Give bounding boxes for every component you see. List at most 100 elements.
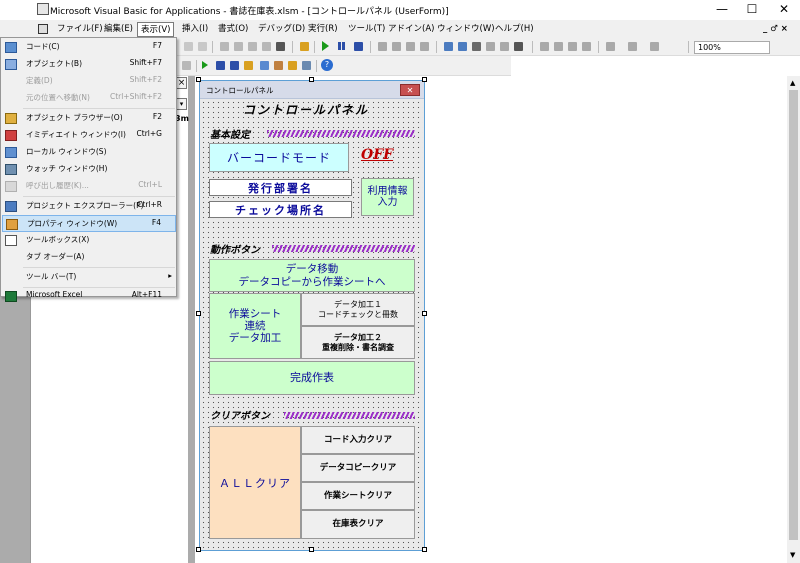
project-icon[interactable] [260, 61, 269, 70]
menu-file[interactable]: ファイル(F) [54, 22, 106, 37]
clear-work-sheet-button[interactable]: 作業シートクリア [301, 482, 415, 510]
menu-addins[interactable]: アドイン(A) [385, 22, 437, 37]
resize-handle[interactable] [196, 77, 201, 82]
toolbar-icon[interactable] [540, 42, 549, 51]
resize-handle[interactable] [422, 311, 427, 316]
menu-item-microsoft-excel[interactable]: Microsoft Excel Alt+F11 [2, 288, 176, 305]
run-icon[interactable] [202, 61, 208, 69]
toolbar-icon[interactable] [628, 42, 637, 51]
menu-item-code[interactable]: コード(C) F7 [2, 39, 176, 56]
toolbar-icon[interactable] [182, 61, 191, 70]
help-icon[interactable]: ? [321, 59, 333, 71]
toolbar-icon[interactable] [606, 42, 615, 51]
menu-item-project-explorer[interactable]: プロジェクト エクスプローラー(P) Ctrl+R [2, 198, 176, 215]
menu-item-toolbox[interactable]: ツールボックス(X) [2, 232, 176, 249]
toolbar-icon[interactable] [582, 42, 591, 51]
menu-item-tab-order[interactable]: タブ オーダー(A) [2, 249, 176, 266]
toolbar-icon[interactable] [420, 42, 429, 51]
menu-item-locals-window[interactable]: ローカル ウィンドウ(S) [2, 144, 176, 161]
menu-help[interactable]: ヘルプ(H) [492, 22, 537, 37]
menu-window[interactable]: ウィンドウ(W) [434, 22, 498, 37]
toolbar-separator [292, 41, 293, 53]
clear-stock-table-button[interactable]: 在庫表クリア [301, 510, 415, 539]
run-icon[interactable] [322, 41, 329, 51]
resize-handle[interactable] [422, 77, 427, 82]
close-icon[interactable]: × [176, 77, 187, 89]
zoom-select[interactable]: 100% [694, 41, 770, 54]
toolbar-icon[interactable] [554, 42, 563, 51]
resize-handle[interactable] [309, 547, 314, 552]
menu-view[interactable]: 表示(V) [137, 22, 175, 37]
data-process-1-button[interactable]: データ加工１ コードチェックと冊数 [301, 293, 415, 326]
check-place-field[interactable]: チェック場所名 [209, 201, 352, 218]
stop-icon[interactable] [354, 42, 363, 51]
menu-item-definition[interactable]: 定義(D) Shift+F2 [2, 73, 176, 90]
toolbar-icon[interactable] [234, 42, 243, 51]
toolbar-icon[interactable] [392, 42, 401, 51]
pause-icon[interactable] [338, 42, 341, 50]
maximize-button[interactable]: ☐ [734, 0, 770, 20]
toolbar-icon[interactable] [248, 42, 257, 51]
userform-close-icon[interactable]: ✕ [400, 84, 420, 96]
design-mode-icon[interactable] [244, 61, 253, 70]
toolbar-icon[interactable] [568, 42, 577, 51]
vertical-scrollbar[interactable]: ▲ ▼ [787, 76, 800, 563]
toolbar-icon[interactable] [406, 42, 415, 51]
toolbar-icon[interactable] [378, 42, 387, 51]
menu-insert[interactable]: 挿入(I) [179, 22, 211, 37]
menu-format[interactable]: 書式(O) [215, 22, 251, 37]
issue-dept-field[interactable]: 発行部署名 [209, 179, 352, 196]
close-button[interactable]: ✕ [766, 0, 800, 20]
clear-code-input-button[interactable]: コード入力クリア [301, 426, 415, 454]
toolbar-icon[interactable] [514, 42, 523, 51]
mdi-window-controls[interactable]: _ ♂ × [760, 22, 791, 37]
toolbox-icon[interactable] [302, 61, 311, 70]
resize-handle[interactable] [196, 547, 201, 552]
resize-handle[interactable] [309, 77, 314, 82]
menu-item-immediate-window[interactable]: イミディエイト ウィンドウ(I) Ctrl+G [2, 127, 176, 144]
toolbar-icon[interactable] [650, 42, 659, 51]
properties-icon[interactable] [274, 61, 283, 70]
menu-item-watch-window[interactable]: ウォッチ ウィンドウ(H) [2, 161, 176, 178]
toolbar-icon[interactable] [500, 42, 509, 51]
scroll-up-icon[interactable]: ▲ [790, 79, 795, 87]
data-move-button[interactable]: データ移動 データコピーから作業シートへ [209, 259, 415, 292]
scroll-thumb[interactable] [789, 90, 798, 540]
resize-handle[interactable] [422, 547, 427, 552]
menu-item-last-position[interactable]: 元の位置へ移動(N) Ctrl+Shift+F2 [2, 90, 176, 107]
project-explorer-icon[interactable] [444, 42, 453, 51]
menu-run[interactable]: 実行(R) [305, 22, 341, 37]
usage-info-button[interactable]: 利用情報 入力 [361, 178, 414, 216]
menu-debug[interactable]: デバッグ(D) [255, 22, 308, 37]
toolbar-icon[interactable] [486, 42, 495, 51]
menu-item-call-stack[interactable]: 呼び出し履歴(K)... Ctrl+L [2, 178, 176, 195]
resize-handle[interactable] [196, 311, 201, 316]
clear-data-copy-button[interactable]: データコピークリア [301, 454, 415, 482]
userform-control-panel[interactable]: コントロールパネル ✕ コントロールパネル 基本設定 バーコードモード OFF … [199, 80, 425, 551]
design-mode-icon[interactable] [300, 42, 309, 51]
work-sheet-process-button[interactable]: 作業シート 連続 データ加工 [209, 293, 301, 359]
menu-item-toolbars[interactable]: ツール バー(T) ▸ [2, 269, 176, 286]
menu-edit[interactable]: 編集(E) [101, 22, 136, 37]
make-table-button[interactable]: 完成作表 [209, 361, 415, 395]
object-browser-icon[interactable] [288, 61, 297, 70]
properties-icon[interactable] [458, 42, 467, 51]
menu-item-properties-window[interactable]: プロパティ ウィンドウ(W) F4 [2, 215, 176, 232]
object-browser-icon[interactable] [472, 42, 481, 51]
menu-tools[interactable]: ツール(T) [345, 22, 388, 37]
toolbar-icon[interactable] [184, 42, 193, 51]
toolbar-icon[interactable] [220, 42, 229, 51]
menu-item-object[interactable]: オブジェクト(B) Shift+F7 [2, 56, 176, 73]
userform-caption: コントロールパネル ✕ [200, 81, 424, 99]
toolbar-icon[interactable] [262, 42, 271, 51]
barcode-mode-button[interactable]: バーコードモード [209, 143, 349, 172]
all-clear-button[interactable]: ＡＬＬクリア [209, 426, 301, 539]
stop-icon[interactable] [230, 61, 239, 70]
pause-icon[interactable] [216, 61, 225, 70]
toolbar-icon[interactable] [198, 42, 207, 51]
toolbar-icon[interactable] [276, 42, 285, 51]
scroll-down-icon[interactable]: ▼ [790, 551, 795, 559]
dropdown-icon[interactable]: ▾ [176, 98, 187, 110]
data-process-2-button[interactable]: データ加工２ 重複削除・書名調査 [301, 326, 415, 359]
menu-item-object-browser[interactable]: オブジェクト ブラウザー(O) F2 [2, 110, 176, 127]
